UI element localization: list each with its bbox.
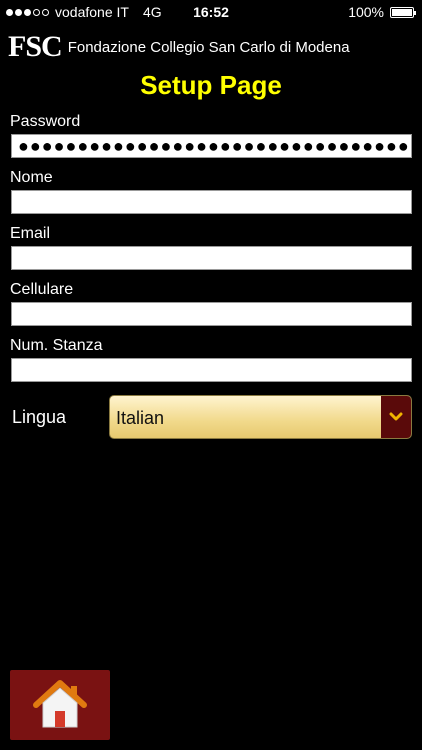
email-label: Email	[10, 225, 51, 242]
lingua-select[interactable]: Italian	[109, 395, 412, 439]
password-field[interactable]: ●●●●●●●●●●●●●●●●●●●●●●●●●●●●●●●●●●●●	[11, 134, 412, 158]
org-name: Fondazione Collegio San Carlo di Modena	[67, 38, 350, 56]
select-arrow[interactable]	[381, 396, 411, 438]
home-button[interactable]	[10, 670, 110, 740]
fsc-logo: FSC	[8, 30, 63, 63]
home-icon	[33, 680, 87, 728]
lingua-selected-value: Italian	[116, 408, 165, 428]
cellulare-field[interactable]	[11, 302, 412, 326]
status-bar: vodafone IT 4G 16:52 100%	[0, 0, 422, 24]
brand-header: FSC Fondazione Collegio San Carlo di Mod…	[8, 30, 350, 64]
stanza-label: Num. Stanza	[10, 337, 103, 354]
stanza-field[interactable]	[11, 358, 412, 382]
battery-icon	[390, 6, 416, 18]
email-field[interactable]	[11, 246, 412, 270]
page-title: Setup Page	[140, 70, 282, 100]
status-right: 100%	[348, 4, 416, 20]
password-label: Password	[10, 113, 81, 130]
chevron-down-icon	[389, 412, 403, 421]
battery-percent: 100%	[348, 4, 384, 20]
nome-label: Nome	[10, 169, 53, 186]
nome-field[interactable]	[11, 190, 412, 214]
cellulare-label: Cellulare	[10, 281, 74, 298]
lingua-label: Lingua	[12, 407, 67, 427]
